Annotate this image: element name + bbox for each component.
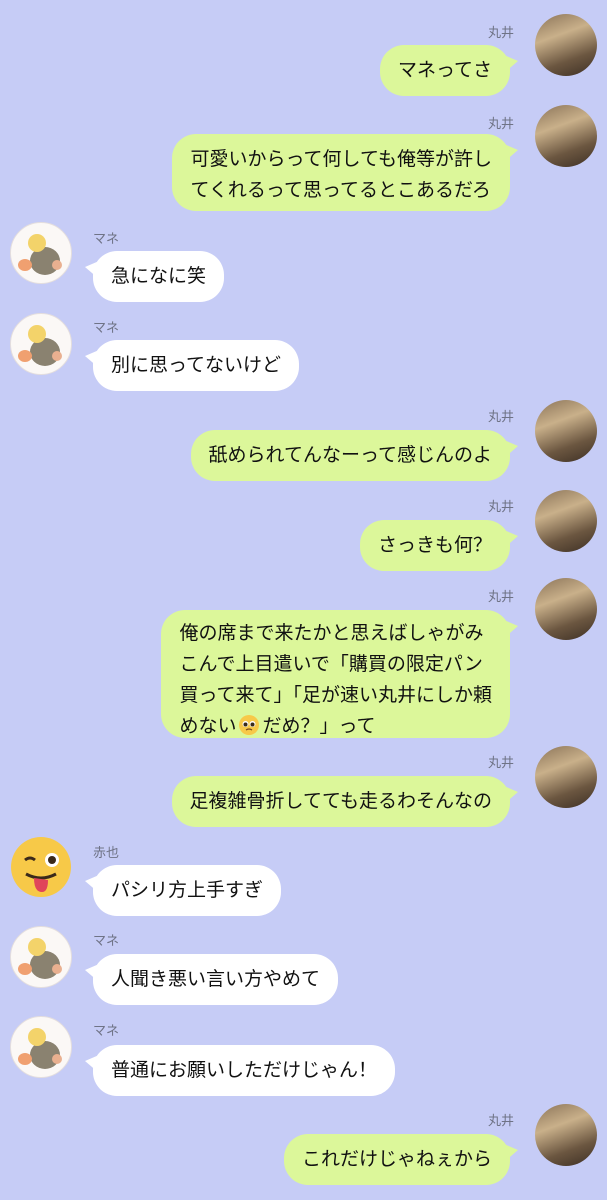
message-bubble[interactable]: 別に思ってないけど xyxy=(84,340,300,391)
hedgehog-icon xyxy=(18,1028,62,1069)
sender-name: 丸井 xyxy=(487,117,514,132)
message-bubble[interactable]: 俺の席まで来たかと思えばしゃがみ こんで上目遣いで「購買の限定パン 買って来て」… xyxy=(161,610,518,738)
message-bubble[interactable]: さっきも何？ xyxy=(359,520,519,571)
message-text: めない xyxy=(179,715,237,737)
message-text: 人聞き悪い言い方やめて xyxy=(111,968,321,990)
avatar[interactable] xyxy=(535,14,597,76)
sender-name: マネ xyxy=(93,232,120,247)
avatar[interactable] xyxy=(535,1104,597,1166)
sender-name: 丸井 xyxy=(487,1114,514,1129)
message-bubble[interactable]: 人聞き悪い言い方やめて xyxy=(84,954,339,1005)
message-text: マネってさ xyxy=(397,59,492,81)
message-bubble[interactable]: これだけじゃねぇから xyxy=(283,1134,519,1185)
sender-name: 丸井 xyxy=(487,26,514,41)
sender-name: 丸井 xyxy=(487,500,514,515)
avatar[interactable] xyxy=(10,1016,72,1078)
message-text: さっきも何？ xyxy=(377,534,492,556)
winking-tongue-face-icon xyxy=(11,837,71,897)
message-bubble[interactable]: 可愛いからって何しても俺等が許し てくれるって思ってるとこあるだろ xyxy=(172,134,518,211)
message-bubble[interactable]: 急になに笑 xyxy=(84,251,225,302)
message-text: パシリ方上手すぎ xyxy=(111,879,264,901)
message-text: こんで上目遣いで「購買の限定パン xyxy=(179,653,483,675)
avatar[interactable] xyxy=(535,105,597,167)
hedgehog-icon xyxy=(18,938,62,979)
sender-name: マネ xyxy=(93,321,120,336)
avatar[interactable] xyxy=(535,746,597,808)
hedgehog-icon xyxy=(18,234,62,275)
message-text: これだけじゃねぇから xyxy=(301,1148,492,1170)
message-text: だめ？」って xyxy=(262,715,376,737)
sender-name: 丸井 xyxy=(487,590,514,605)
message-text: 俺の席まで来たかと思えばしゃがみ xyxy=(179,622,484,644)
message-bubble[interactable]: 足複雑骨折してても走るわそんなの xyxy=(171,776,519,827)
message-text: 別に思ってないけど xyxy=(111,354,282,376)
message-text: 急になに笑 xyxy=(111,265,207,287)
message-bubble[interactable]: 普通にお願いしただけじゃん！ xyxy=(84,1045,396,1096)
avatar[interactable] xyxy=(10,313,72,375)
sender-name: マネ xyxy=(93,934,120,949)
avatar[interactable] xyxy=(10,926,72,988)
sender-name: マネ xyxy=(93,1024,120,1039)
message-bubble[interactable]: マネってさ xyxy=(379,45,519,96)
sender-name: 赤也 xyxy=(93,846,120,861)
pleading-face-icon xyxy=(239,715,260,735)
message-bubble[interactable]: 舐められてんなーって感じんのよ xyxy=(190,430,519,481)
message-text: 可愛いからって何しても俺等が許し xyxy=(190,148,492,170)
sender-name: 丸井 xyxy=(487,756,514,771)
avatar[interactable] xyxy=(10,222,72,284)
message-bubble[interactable]: パシリ方上手すぎ xyxy=(84,865,282,916)
avatar[interactable] xyxy=(10,836,72,898)
message-text: 足複雑骨折してても走るわそんなの xyxy=(189,790,492,812)
avatar[interactable] xyxy=(535,400,597,462)
hedgehog-icon xyxy=(18,325,62,366)
sender-name: 丸井 xyxy=(487,410,514,425)
avatar[interactable] xyxy=(535,578,597,640)
avatar[interactable] xyxy=(535,490,597,552)
message-text: てくれるって思ってるとこあるだろ xyxy=(190,179,491,201)
message-text: 舐められてんなーって感じんのよ xyxy=(208,444,492,466)
message-text: 買って来て」「足が速い丸井にしか頼 xyxy=(179,684,492,706)
message-text: 普通にお願いしただけじゃん！ xyxy=(111,1059,378,1081)
